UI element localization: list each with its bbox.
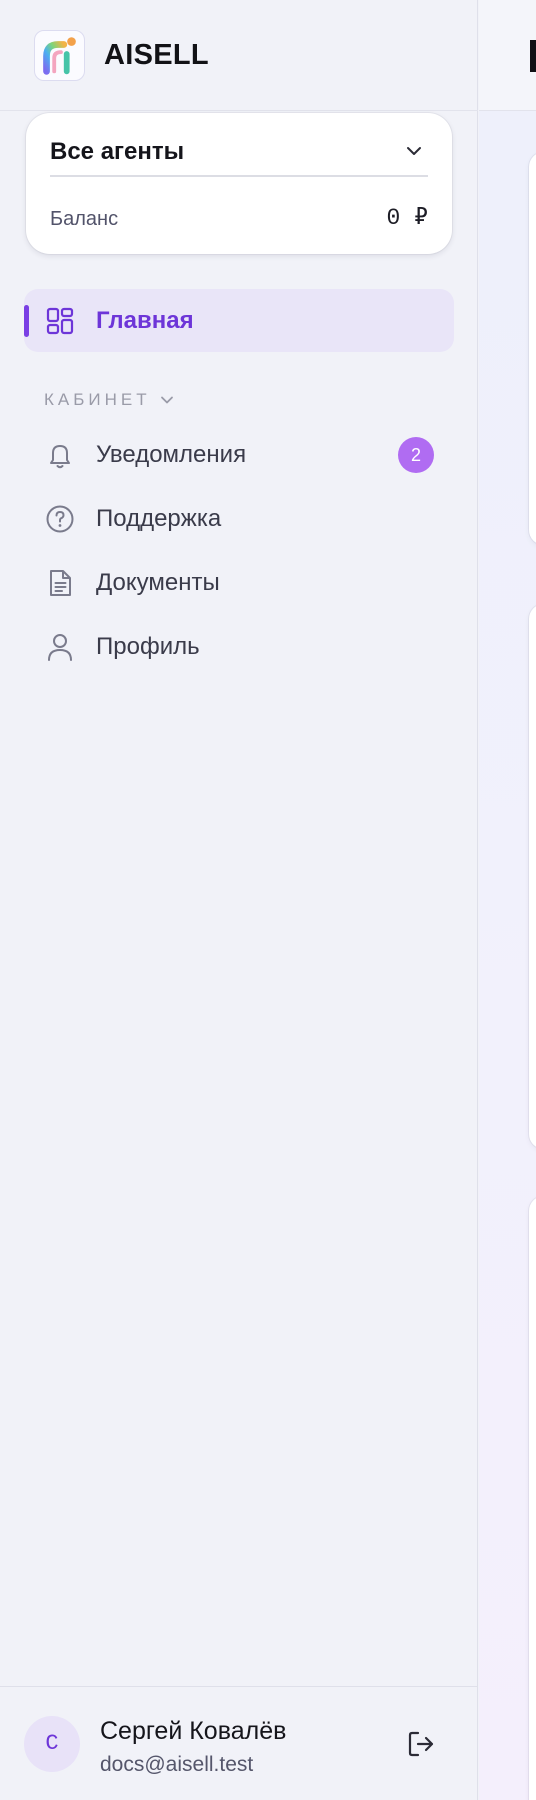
content-card xyxy=(529,1196,536,1800)
balance-label: Баланс xyxy=(50,208,119,230)
balance-value: 0 ₽ xyxy=(386,205,428,231)
logout-icon[interactable] xyxy=(404,1727,438,1761)
nav-item-documents[interactable]: Документы xyxy=(24,553,454,613)
nav-item-label: Главная xyxy=(96,307,194,334)
content-card xyxy=(529,604,536,1149)
nav-item-support[interactable]: Поддержка xyxy=(24,489,454,549)
aisell-logo-icon[interactable] xyxy=(34,30,85,81)
main-content xyxy=(479,0,536,1800)
document-icon xyxy=(50,570,71,596)
nav-item-label: Уведомления xyxy=(96,441,247,468)
nav-item-label: Поддержка xyxy=(96,505,222,532)
agent-select[interactable]: Все агенты xyxy=(50,137,428,177)
active-indicator xyxy=(24,305,29,337)
section-label: КАБИНЕТ xyxy=(44,390,151,409)
user-email: docs@aisell.test xyxy=(100,1753,254,1776)
avatar[interactable]: С xyxy=(24,1716,80,1772)
nav-item-profile[interactable]: Профиль xyxy=(24,617,454,677)
chevron-down-icon xyxy=(407,147,421,155)
user-footer: С Сергей Ковалёв docs@aisell.test xyxy=(0,1686,478,1800)
content-card xyxy=(529,152,536,545)
bell-icon xyxy=(50,445,70,469)
user-icon xyxy=(48,634,72,661)
help-circle-icon xyxy=(46,505,74,533)
nav-item-label: Профиль xyxy=(96,633,200,660)
sidebar-header: AISELL xyxy=(0,0,478,111)
sidebar: AISELL Все агенты Баланс 0 ₽ Главная КАБ… xyxy=(0,0,478,1800)
page-title-clipped xyxy=(530,40,536,72)
agent-card: Все агенты Баланс 0 ₽ xyxy=(26,113,452,254)
nav-item-home[interactable]: Главная xyxy=(24,289,454,352)
brand-name: AISELL xyxy=(104,39,209,71)
main-header xyxy=(479,0,536,111)
nav-item-notifications[interactable]: Уведомления 2 xyxy=(24,425,454,485)
user-name: Сергей Ковалёв xyxy=(100,1717,287,1745)
nav-item-label: Документы xyxy=(96,569,220,596)
agent-select-value: Все агенты xyxy=(50,138,185,165)
dashboard-grid-icon xyxy=(46,307,74,335)
chevron-down-icon xyxy=(161,396,173,404)
notification-count-badge: 2 xyxy=(398,437,434,473)
